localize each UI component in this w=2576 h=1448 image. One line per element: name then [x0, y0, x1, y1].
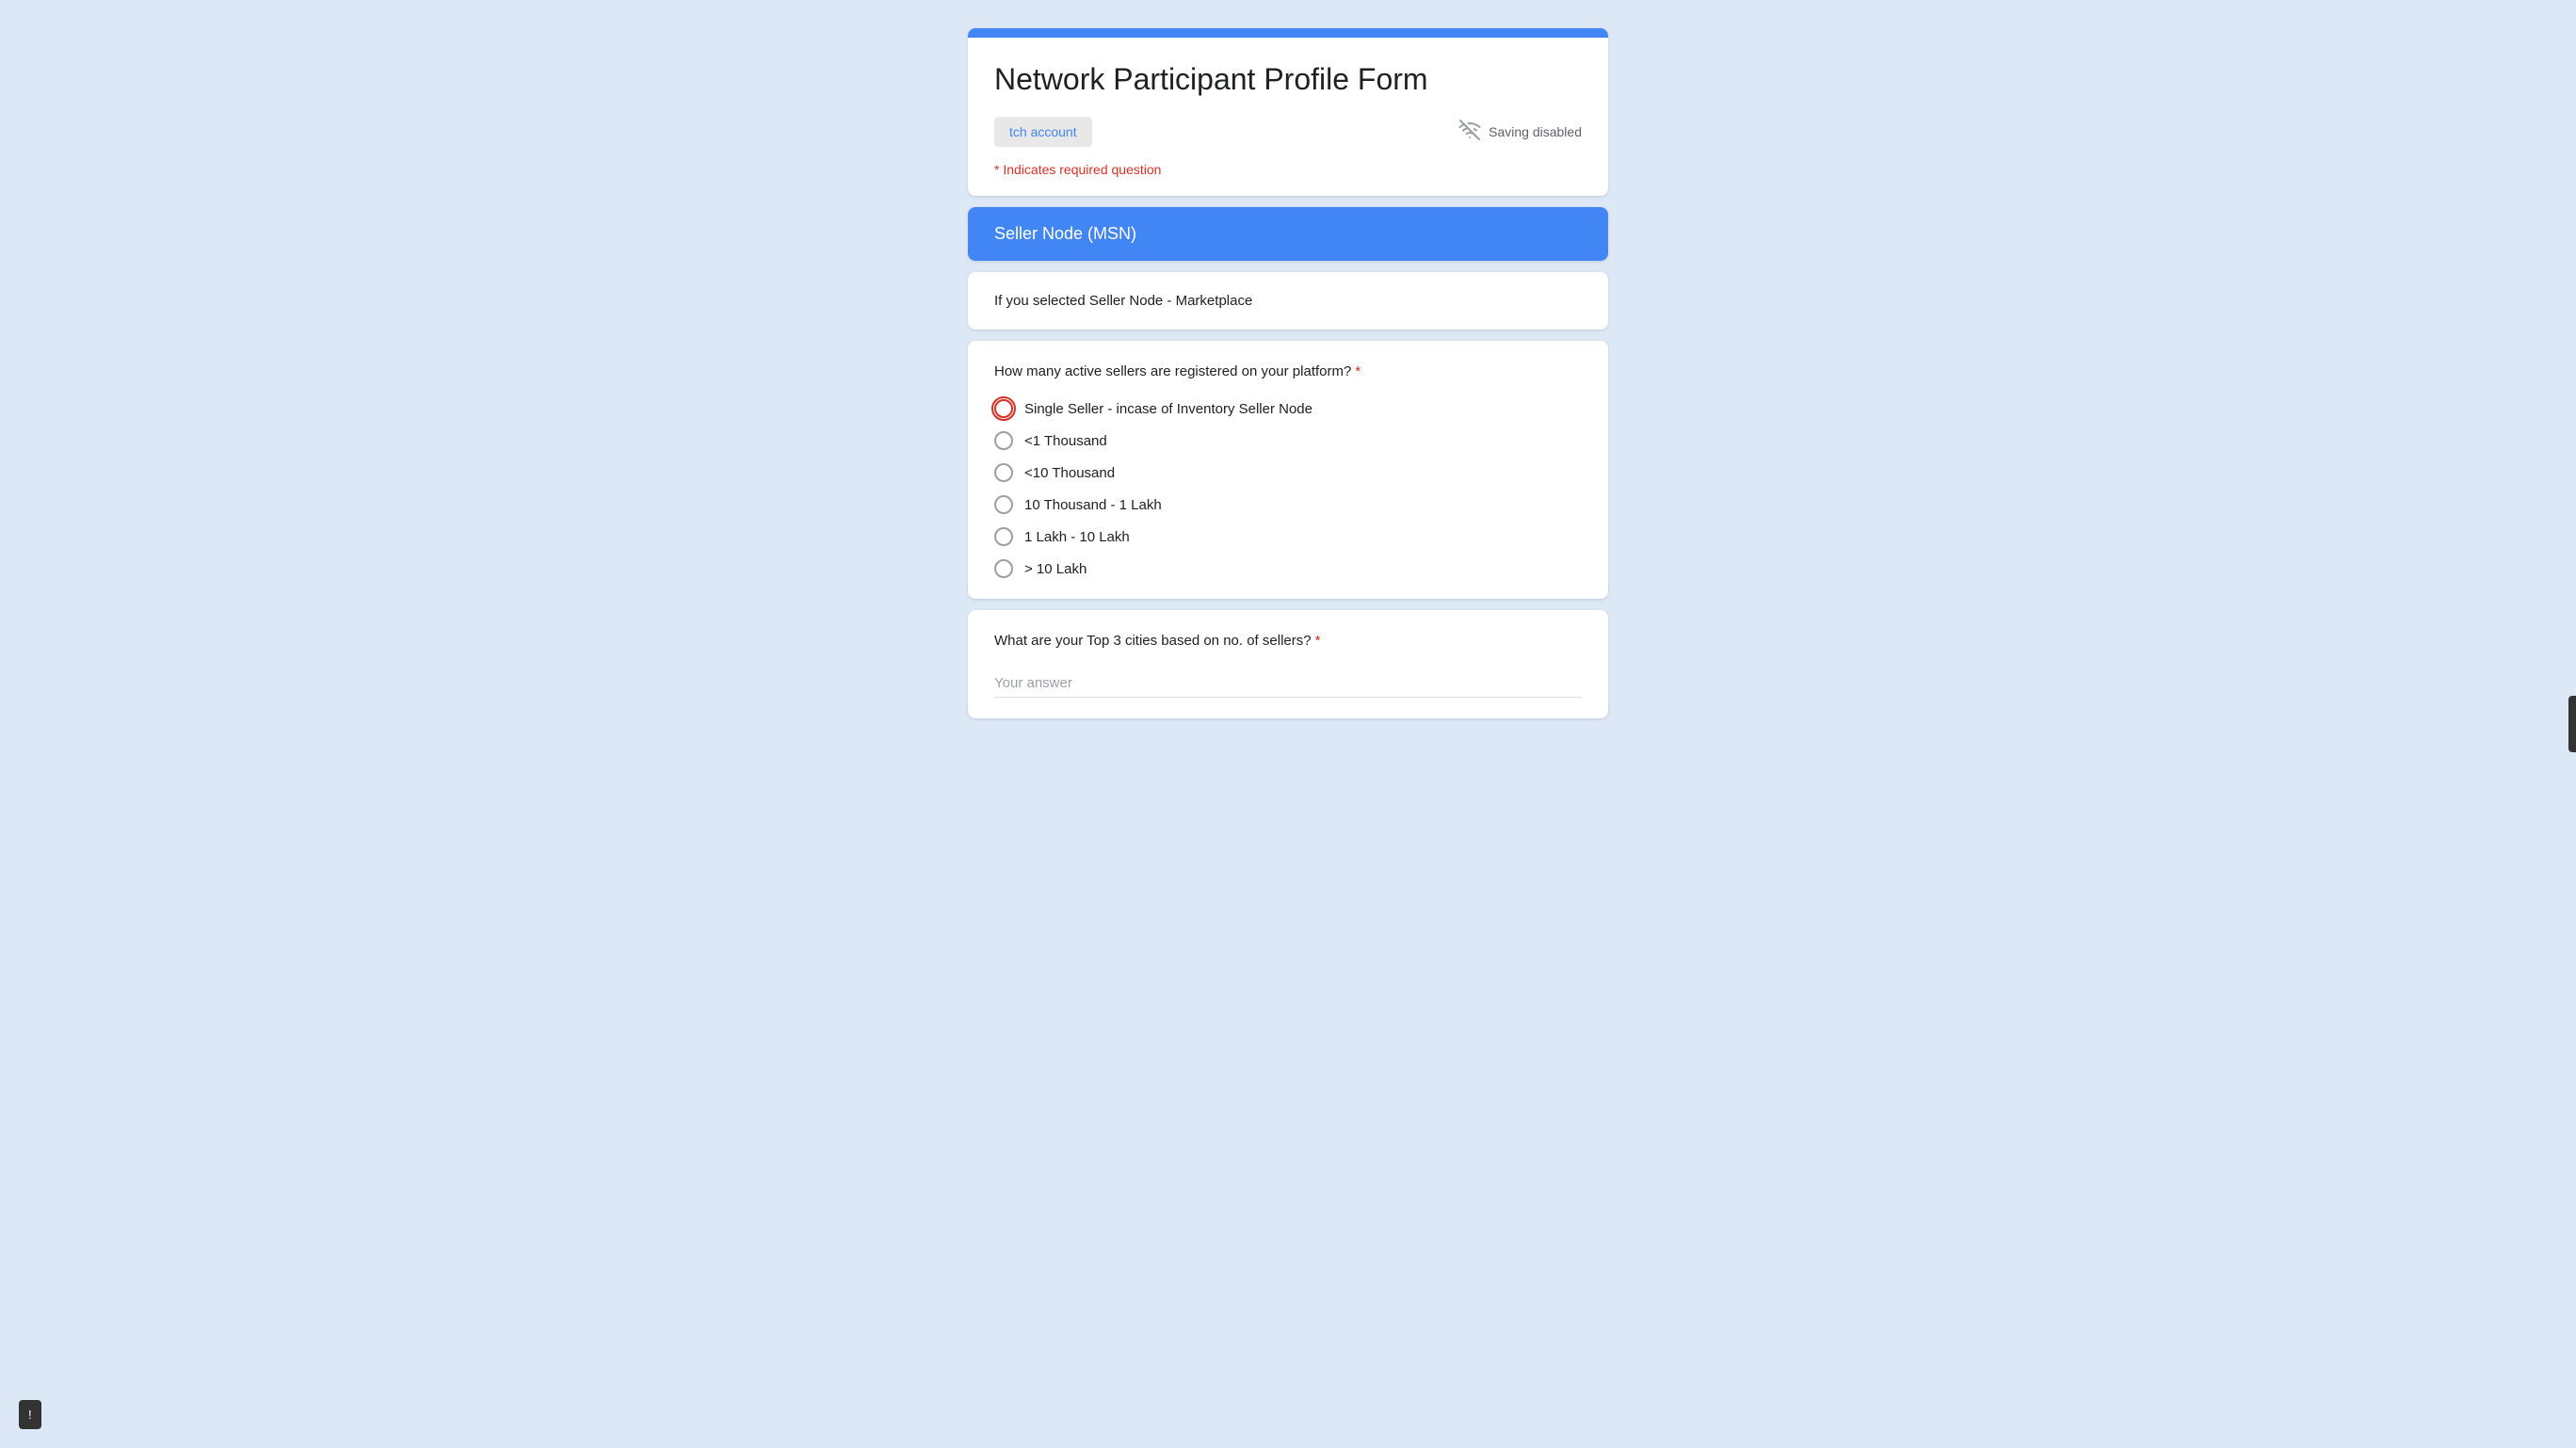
form-header-card: Network Participant Profile Form tch acc… — [968, 28, 1608, 196]
radio-label-5: 1 Lakh - 10 Lakh — [1024, 529, 1130, 545]
radio-outer-1 — [994, 399, 1013, 418]
question2-card: What are your Top 3 cities based on no. … — [968, 610, 1608, 718]
form-title: Network Participant Profile Form — [994, 60, 1582, 100]
required-star1: * — [1355, 363, 1360, 379]
radio-outer-5 — [994, 527, 1013, 546]
feedback-button[interactable]: ! — [19, 1400, 41, 1429]
section-title: Seller Node (MSN) — [994, 224, 1582, 244]
radio-outer-2 — [994, 431, 1013, 450]
question1-label: How many active sellers are registered o… — [994, 362, 1582, 383]
radio-outer-6 — [994, 559, 1013, 578]
exclamation-icon: ! — [28, 1408, 32, 1422]
scrollbar-indicator[interactable] — [2568, 696, 2576, 752]
radio-option-3[interactable]: <10 Thousand — [994, 463, 1582, 482]
radio-outer-4 — [994, 495, 1013, 514]
required-note: * Indicates required question — [994, 162, 1582, 177]
answer-placeholder[interactable]: Your answer — [994, 669, 1582, 698]
radio-label-4: 10 Thousand - 1 Lakh — [1024, 497, 1162, 513]
radio-option-1[interactable]: Single Seller - incase of Inventory Sell… — [994, 399, 1582, 418]
question1-card: How many active sellers are registered o… — [968, 341, 1608, 600]
radio-option-2[interactable]: <1 Thousand — [994, 431, 1582, 450]
cloud-off-icon — [1458, 119, 1481, 144]
info-text: If you selected Seller Node - Marketplac… — [994, 293, 1582, 309]
page-wrapper: Network Participant Profile Form tch acc… — [968, 19, 1608, 1429]
saving-status-text: Saving disabled — [1489, 124, 1582, 139]
form-subtitle-row: tch account Saving disabled — [994, 117, 1582, 147]
radio-label-6: > 10 Lakh — [1024, 561, 1087, 577]
radio-label-2: <1 Thousand — [1024, 433, 1107, 449]
required-star2: * — [1315, 633, 1321, 649]
question2-label: What are your Top 3 cities based on no. … — [994, 631, 1582, 652]
radio-label-1: Single Seller - incase of Inventory Sell… — [1024, 401, 1312, 417]
radio-group-sellers: Single Seller - incase of Inventory Sell… — [994, 399, 1582, 578]
radio-option-6[interactable]: > 10 Lakh — [994, 559, 1582, 578]
radio-option-4[interactable]: 10 Thousand - 1 Lakh — [994, 495, 1582, 514]
radio-label-3: <10 Thousand — [1024, 465, 1115, 481]
switch-account-button[interactable]: tch account — [994, 117, 1092, 147]
section-header-card: Seller Node (MSN) — [968, 207, 1608, 261]
info-card: If you selected Seller Node - Marketplac… — [968, 272, 1608, 330]
radio-outer-3 — [994, 463, 1013, 482]
radio-option-5[interactable]: 1 Lakh - 10 Lakh — [994, 527, 1582, 546]
saving-status: Saving disabled — [1458, 119, 1582, 144]
